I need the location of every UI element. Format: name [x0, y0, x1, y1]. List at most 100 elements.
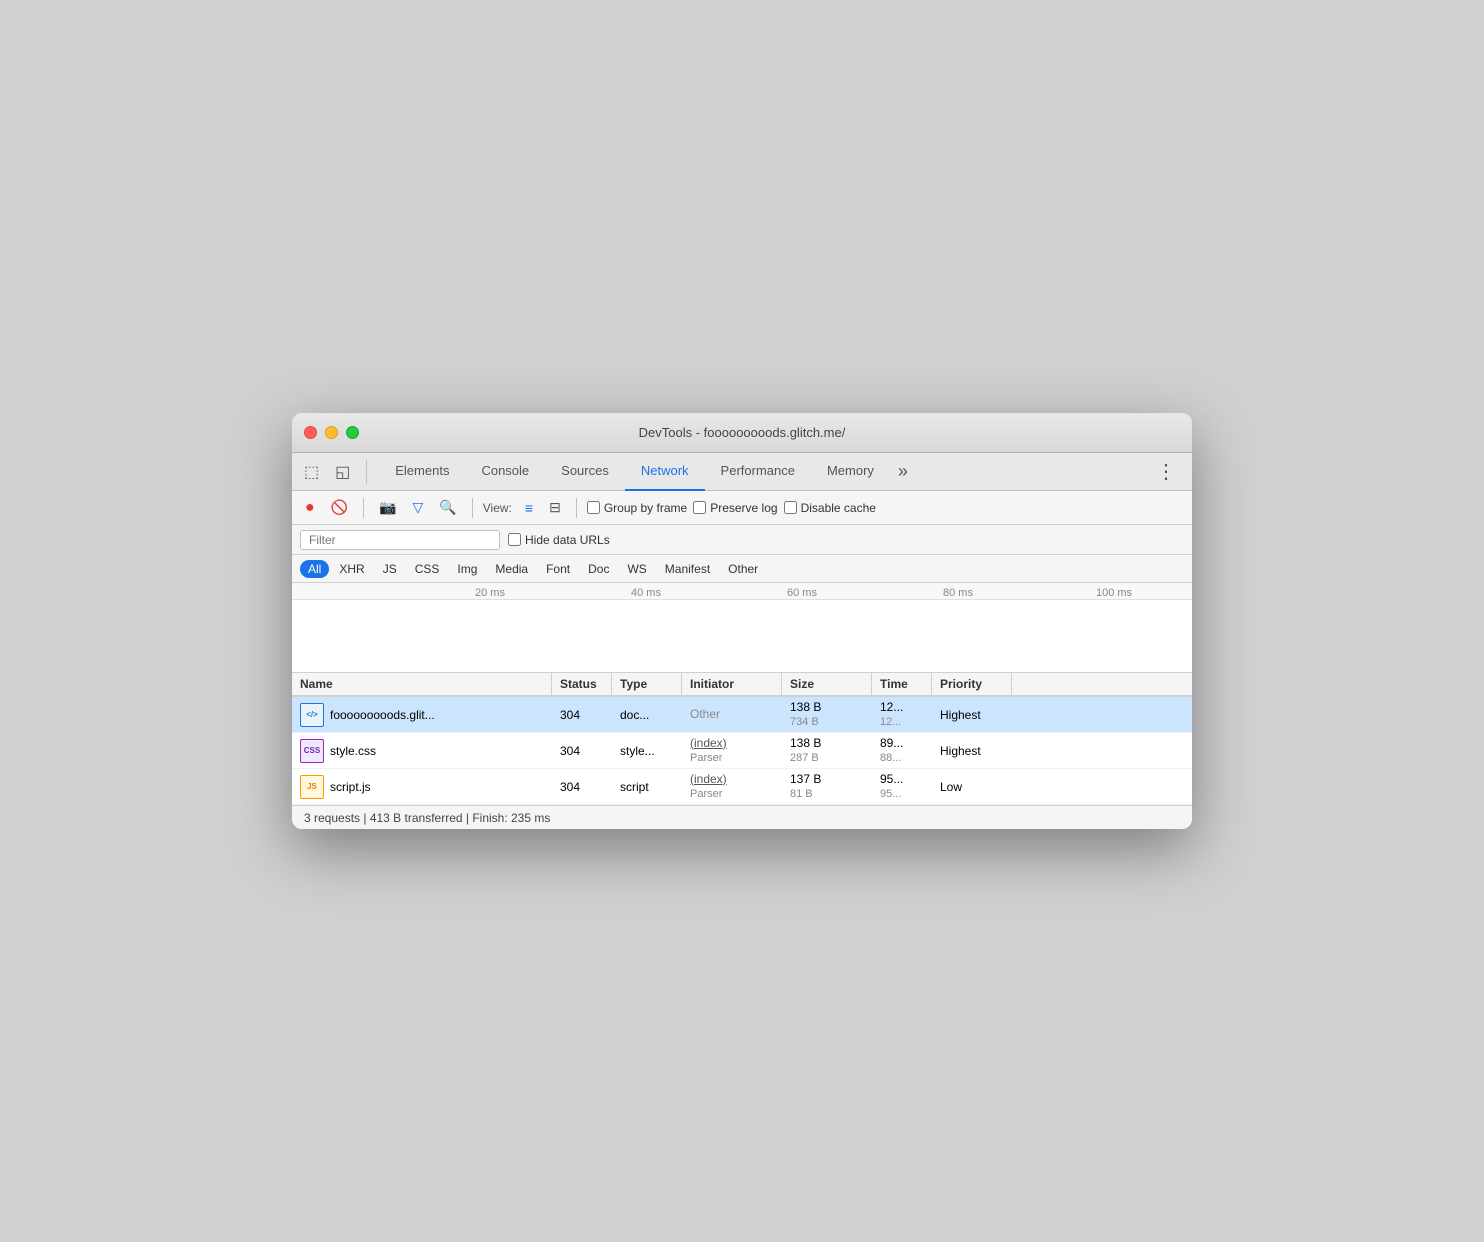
- disable-cache-label[interactable]: Disable cache: [784, 501, 876, 515]
- filename-1: style.css: [330, 744, 376, 758]
- view-label: View:: [483, 501, 512, 515]
- td-priority-2: Low: [932, 780, 1012, 794]
- td-type-1: style...: [612, 744, 682, 758]
- td-status-1: 304: [552, 744, 612, 758]
- file-icon-js: JS: [300, 775, 324, 799]
- td-name-2: JS script.js: [292, 775, 552, 799]
- filter-bar: Hide data URLs: [292, 525, 1192, 555]
- ruler-mark-4: 80 ms: [880, 587, 1036, 599]
- waterfall-view-icon[interactable]: ⊟: [544, 496, 566, 519]
- ruler-mark-1: 20 ms: [412, 587, 568, 599]
- td-initiator-0: Other: [682, 707, 782, 723]
- filter-input[interactable]: [300, 530, 500, 550]
- camera-button[interactable]: 📷: [374, 496, 401, 519]
- list-view-icon[interactable]: ≡: [520, 497, 538, 519]
- type-filter-xhr[interactable]: XHR: [331, 560, 372, 578]
- td-name-0: </> fooooooooods.glit...: [292, 703, 552, 727]
- record-button[interactable]: ●: [300, 496, 320, 520]
- group-by-frame-label[interactable]: Group by frame: [587, 501, 687, 515]
- th-time[interactable]: Time: [872, 673, 932, 695]
- td-size-1: 138 B 287 B: [782, 736, 872, 766]
- close-button[interactable]: [304, 426, 317, 439]
- clear-button[interactable]: 🚫: [326, 496, 353, 519]
- window-title: DevTools - fooooooooods.glitch.me/: [639, 425, 846, 440]
- td-status-2: 304: [552, 780, 612, 794]
- tab-performance[interactable]: Performance: [705, 453, 811, 491]
- td-size-0: 138 B 734 B: [782, 700, 872, 730]
- file-icon-css: CSS: [300, 739, 324, 763]
- ruler-mark-3: 60 ms: [724, 587, 880, 599]
- type-filter-manifest[interactable]: Manifest: [657, 560, 718, 578]
- type-filter-js[interactable]: JS: [375, 560, 405, 578]
- th-name[interactable]: Name: [292, 673, 552, 695]
- toolbar-separator-1: [363, 498, 364, 518]
- td-priority-0: Highest: [932, 708, 1012, 722]
- td-status-0: 304: [552, 708, 612, 722]
- th-size[interactable]: Size: [782, 673, 872, 695]
- search-icon[interactable]: 🔍: [434, 496, 461, 519]
- td-priority-1: Highest: [932, 744, 1012, 758]
- table-row[interactable]: </> fooooooooods.glit... 304 doc... Othe…: [292, 697, 1192, 733]
- network-table: Name Status Type Initiator Size Time Pri…: [292, 673, 1192, 805]
- td-name-1: CSS style.css: [292, 739, 552, 763]
- more-tabs-icon[interactable]: »: [890, 461, 916, 482]
- tab-sources[interactable]: Sources: [545, 453, 625, 491]
- type-filter-css[interactable]: CSS: [407, 560, 448, 578]
- tab-console[interactable]: Console: [465, 453, 545, 491]
- tabbar: ⬚ ◱ Elements Console Sources Network Per…: [292, 453, 1192, 491]
- td-type-2: script: [612, 780, 682, 794]
- td-initiator-2: (index) Parser: [682, 772, 782, 802]
- device-icon[interactable]: ◱: [331, 460, 354, 484]
- table-row[interactable]: CSS style.css 304 style... (index) Parse…: [292, 733, 1192, 769]
- ruler-mark-0: [292, 587, 412, 599]
- table-header: Name Status Type Initiator Size Time Pri…: [292, 673, 1192, 697]
- filename-2: script.js: [330, 780, 371, 794]
- filename-0: fooooooooods.glit...: [330, 708, 435, 722]
- td-initiator-1: (index) Parser: [682, 736, 782, 766]
- th-initiator[interactable]: Initiator: [682, 673, 782, 695]
- titlebar: DevTools - fooooooooods.glitch.me/: [292, 413, 1192, 453]
- type-filter-media[interactable]: Media: [487, 560, 536, 578]
- tab-memory[interactable]: Memory: [811, 453, 890, 491]
- preserve-log-label[interactable]: Preserve log: [693, 501, 777, 515]
- td-size-2: 137 B 81 B: [782, 772, 872, 802]
- type-filter-font[interactable]: Font: [538, 560, 578, 578]
- preserve-log-checkbox[interactable]: [693, 501, 706, 514]
- filter-icon[interactable]: ▽: [408, 496, 429, 519]
- status-text: 3 requests | 413 B transferred | Finish:…: [304, 811, 550, 825]
- type-filter-ws[interactable]: WS: [619, 560, 654, 578]
- hide-data-urls-label[interactable]: Hide data URLs: [508, 533, 610, 547]
- ruler-mark-2: 40 ms: [568, 587, 724, 599]
- devtools-window: DevTools - fooooooooods.glitch.me/ ⬚ ◱ E…: [292, 413, 1192, 829]
- devtools-menu-icon[interactable]: ⋮: [1148, 459, 1184, 484]
- tab-network[interactable]: Network: [625, 453, 705, 491]
- minimize-button[interactable]: [325, 426, 338, 439]
- toolbar-separator-2: [472, 498, 473, 518]
- disable-cache-checkbox[interactable]: [784, 501, 797, 514]
- timeline-ruler: 20 ms 40 ms 60 ms 80 ms 100 ms: [292, 583, 1192, 600]
- td-time-2: 95... 95...: [872, 772, 932, 802]
- type-filter-doc[interactable]: Doc: [580, 560, 617, 578]
- tabs: Elements Console Sources Network Perform…: [379, 453, 1148, 491]
- td-time-0: 12... 12...: [872, 700, 932, 730]
- th-priority[interactable]: Priority: [932, 673, 1012, 695]
- type-filter-other[interactable]: Other: [720, 560, 766, 578]
- toolbar-separator-3: [576, 498, 577, 518]
- ruler-mark-5: 100 ms: [1036, 587, 1192, 599]
- group-by-frame-checkbox[interactable]: [587, 501, 600, 514]
- tab-elements[interactable]: Elements: [379, 453, 465, 491]
- type-filter-all[interactable]: All: [300, 560, 329, 578]
- th-type[interactable]: Type: [612, 673, 682, 695]
- maximize-button[interactable]: [346, 426, 359, 439]
- th-status[interactable]: Status: [552, 673, 612, 695]
- timeline-area: 20 ms 40 ms 60 ms 80 ms 100 ms: [292, 583, 1192, 673]
- table-row[interactable]: JS script.js 304 script (index) Parser 1…: [292, 769, 1192, 805]
- td-type-0: doc...: [612, 708, 682, 722]
- inspect-icon[interactable]: ⬚: [300, 460, 323, 484]
- traffic-lights: [304, 426, 359, 439]
- hide-data-urls-checkbox[interactable]: [508, 533, 521, 546]
- network-toolbar: ● 🚫 📷 ▽ 🔍 View: ≡ ⊟ Group by frame Prese…: [292, 491, 1192, 525]
- file-icon-html: </>: [300, 703, 324, 727]
- type-filter-img[interactable]: Img: [449, 560, 485, 578]
- statusbar: 3 requests | 413 B transferred | Finish:…: [292, 805, 1192, 829]
